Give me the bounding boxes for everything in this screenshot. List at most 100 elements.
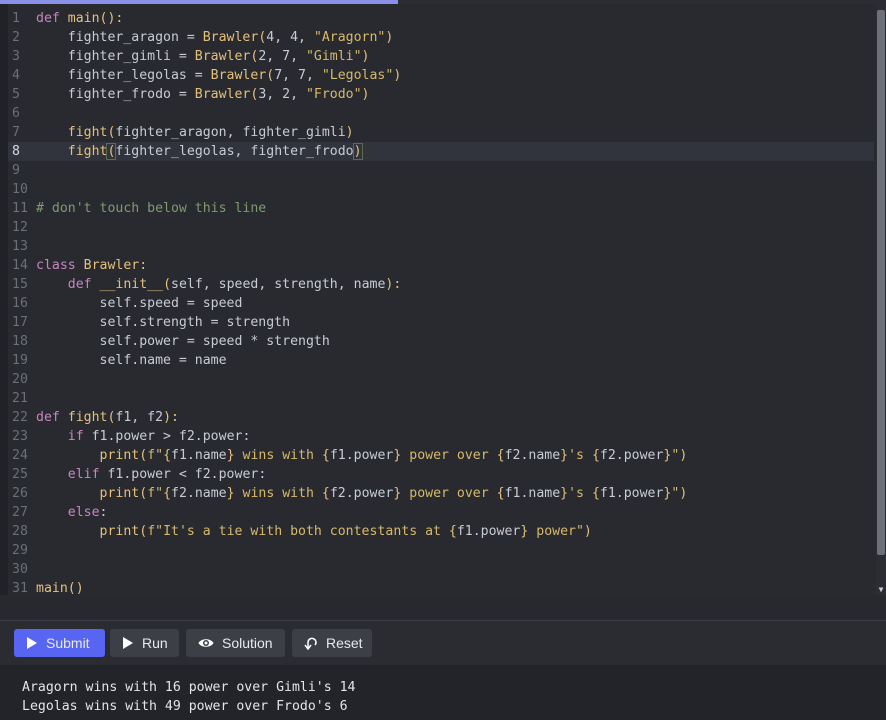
code-line[interactable]: 6 — [8, 104, 874, 123]
code-line[interactable]: 18 self.power = speed * strength — [8, 332, 874, 351]
code-line[interactable]: 13 — [8, 237, 874, 256]
code-line[interactable]: 9 — [8, 161, 874, 180]
code-token: ): — [163, 410, 179, 425]
reset-label: Reset — [326, 635, 363, 651]
code-token: f1.power — [599, 486, 664, 501]
output-line: Legolas wins with 49 power over Frodo's … — [22, 699, 348, 714]
code-token: Brawler — [194, 87, 251, 102]
code-token: 7, 7, — [274, 68, 322, 83]
code-line[interactable]: 12 — [8, 218, 874, 237]
code-token: f1.power > f2.power: — [91, 429, 251, 444]
code-token: def — [36, 11, 68, 26]
run-button[interactable]: Run — [110, 629, 179, 657]
code-token: def — [36, 410, 68, 425]
code-token: { — [321, 486, 330, 501]
code-token: : — [99, 505, 108, 520]
code-text: def fight(f1, f2): — [29, 410, 179, 425]
code-line[interactable]: 22 def fight(f1, f2): — [8, 408, 874, 427]
code-token: wins with — [234, 486, 322, 501]
code-token: Brawler — [83, 258, 140, 273]
code-token: 2, 7, — [258, 49, 306, 64]
code-text: self.speed = speed — [29, 296, 243, 311]
code-line[interactable]: 17 self.strength = strength — [8, 313, 874, 332]
code-line[interactable]: 29 — [8, 541, 874, 560]
reset-button[interactable]: Reset — [292, 629, 372, 657]
code-token: fight — [67, 144, 108, 159]
code-token: } — [560, 448, 569, 463]
code-token: f" — [147, 448, 164, 463]
solution-button[interactable]: Solution — [186, 629, 285, 657]
code-token: __init__ — [99, 277, 164, 292]
code-token: fight — [67, 125, 108, 140]
line-number: 8 — [12, 144, 20, 159]
editor-scrollbar-thumb[interactable] — [877, 10, 885, 555]
code-line[interactable]: 1 def main(): — [8, 9, 874, 28]
code-line[interactable]: 7 fight(fighter_aragon, fighter_gimli) — [8, 123, 874, 142]
line-number: 12 — [12, 220, 28, 235]
code-line[interactable]: 5 fighter_frodo = Brawler(3, 2, "Frodo") — [8, 85, 874, 104]
code-token: ) — [361, 87, 370, 102]
code-line[interactable]: 11 # don't touch below this line — [8, 199, 874, 218]
code-line[interactable]: 28 print(f"It's a tie with both contesta… — [8, 522, 874, 541]
code-token: f2.power — [599, 448, 664, 463]
line-number: 2 — [12, 30, 20, 45]
code-editor[interactable]: 1 def main(): 2 fighter_aragon = Brawler(4… — [8, 4, 886, 595]
code-token: : — [139, 258, 148, 273]
code-token: { — [163, 448, 172, 463]
code-line[interactable]: 14 class Brawler: — [8, 256, 874, 275]
code-line[interactable]: 23 if f1.power > f2.power: — [8, 427, 874, 446]
code-token: ) — [679, 486, 688, 501]
code-text: fight(fighter_aragon, fighter_gimli) — [29, 125, 354, 140]
code-line[interactable]: 15 def __init__(self, speed, strength, n… — [8, 275, 874, 294]
code-token: { — [321, 448, 330, 463]
line-number: 6 — [12, 106, 20, 121]
code-token: () — [67, 581, 84, 595]
code-line[interactable]: 16 self.speed = speed — [8, 294, 874, 313]
code-line[interactable]: 24 print(f"{f1.name} wins with {f1.power… — [8, 446, 874, 465]
solution-label: Solution — [222, 635, 273, 651]
code-line[interactable]: 25 elif f1.power < f2.power: — [8, 465, 874, 484]
code-token: self.name = name — [36, 353, 227, 368]
code-line[interactable]: 30 — [8, 560, 874, 579]
code-line[interactable]: 26 print(f"{f2.name} wins with {f2.power… — [8, 484, 874, 503]
code-token: ) — [679, 448, 688, 463]
code-token: elif — [67, 467, 108, 482]
code-line[interactable]: 2 fighter_aragon = Brawler(4, 4, "Aragor… — [8, 28, 874, 47]
submit-button[interactable]: Submit — [14, 629, 105, 657]
code-text: print(f"{f2.name} wins with {f2.power} p… — [29, 486, 688, 501]
code-token: ) — [352, 143, 363, 160]
code-line[interactable]: 3 fighter_gimli = Brawler(2, 7, "Gimli") — [8, 47, 874, 66]
code-token: { — [163, 486, 172, 501]
code-text: # don't touch below this line — [29, 201, 266, 216]
run-label: Run — [142, 635, 168, 651]
code-line[interactable]: 31 main() — [8, 579, 874, 595]
editor-scrollbar[interactable]: ▼ — [876, 4, 886, 595]
line-number: 1 — [12, 11, 20, 26]
code-line[interactable]: 20 — [8, 370, 874, 389]
code-token: self, speed, strength, name — [171, 277, 386, 292]
line-number: 13 — [12, 239, 28, 254]
code-token: class — [36, 258, 84, 273]
line-number: 28 — [12, 524, 28, 539]
code-line[interactable]: 21 — [8, 389, 874, 408]
code-token: fighter_frodo = — [36, 87, 195, 102]
code-token: } — [226, 486, 235, 501]
code-text: self.power = speed * strength — [29, 334, 330, 349]
code-line[interactable]: 27 else: — [8, 503, 874, 522]
line-number: 21 — [12, 391, 28, 406]
code-line[interactable]: 19 self.name = name — [8, 351, 874, 370]
code-token: "Frodo" — [305, 87, 362, 102]
code-line[interactable]: 10 — [8, 180, 874, 199]
code-text: class Brawler: — [29, 258, 147, 273]
code-line[interactable]: 4 fighter_legolas = Brawler(7, 7, "Legol… — [8, 66, 874, 85]
line-number: 3 — [12, 49, 20, 64]
code-line[interactable]: 8 fight(fighter_legolas, fighter_frodo) — [8, 142, 874, 161]
code-token: Brawler — [194, 49, 251, 64]
